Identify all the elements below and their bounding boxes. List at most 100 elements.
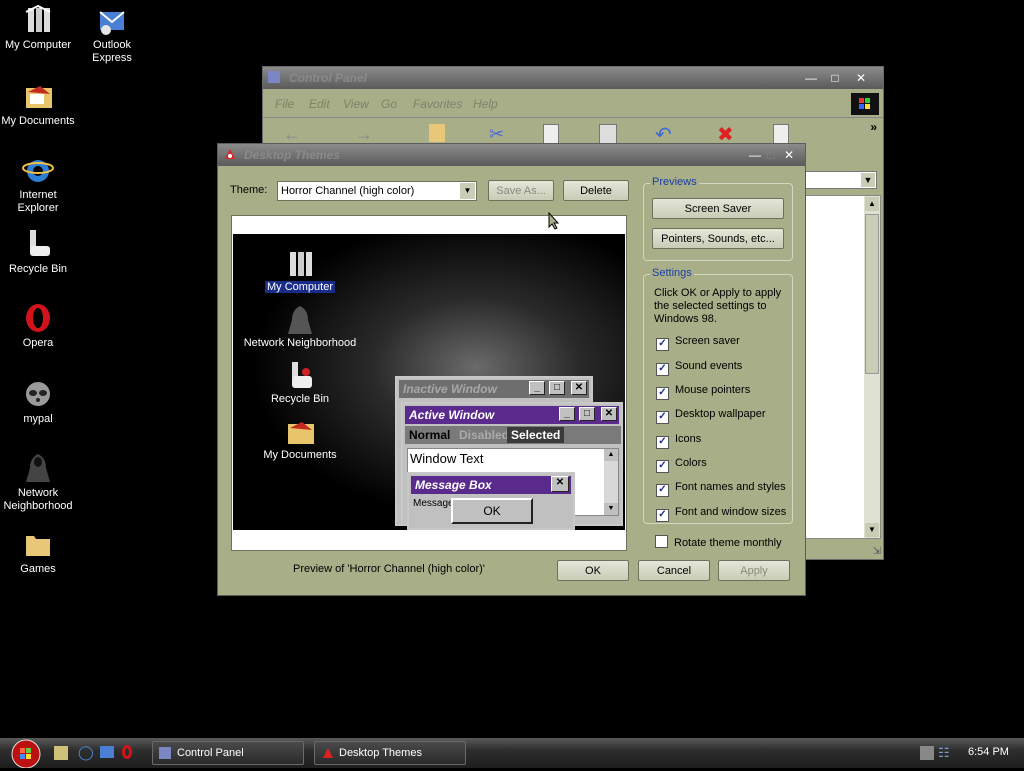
- checkbox-checked-icon[interactable]: ✓: [656, 460, 669, 473]
- cut-icon[interactable]: ✂: [489, 124, 504, 145]
- scroll-up-icon: ▲: [604, 449, 618, 461]
- desktop-icon-my-documents[interactable]: My Documents: [0, 80, 76, 128]
- setting-mouse-pointers[interactable]: ✓ Mouse pointers: [656, 384, 750, 400]
- dialog-titlebar[interactable]: Desktop Themes — □ ✕: [218, 144, 805, 166]
- desktop-icon-my-computer[interactable]: My Computer: [0, 4, 76, 52]
- checkbox-checked-icon[interactable]: ✓: [656, 338, 669, 351]
- properties-icon[interactable]: [773, 124, 789, 144]
- pointers-sounds-button[interactable]: Pointers, Sounds, etc...: [652, 228, 784, 249]
- settings-group: Settings Click OK or Apply to apply the …: [643, 267, 793, 524]
- task-control-panel[interactable]: Control Panel: [152, 741, 304, 765]
- desktop-icon-network-neighborhood[interactable]: Network Neighborhood: [0, 452, 76, 513]
- address-combo[interactable]: ▼: [803, 171, 877, 189]
- screen-saver-button[interactable]: Screen Saver: [652, 198, 784, 219]
- recycle-bin-icon: [292, 362, 312, 388]
- theme-select[interactable]: Horror Channel (high color) ▼: [277, 181, 477, 201]
- tray-network-icon[interactable]: ☷: [938, 745, 950, 761]
- ie-icon: [22, 154, 54, 186]
- scroll-down-icon[interactable]: ▼: [865, 523, 879, 537]
- themes-app-icon: [223, 147, 237, 161]
- ok-button[interactable]: OK: [557, 560, 629, 581]
- setting-label: Font names and styles: [675, 481, 786, 493]
- forward-icon[interactable]: →: [355, 124, 373, 145]
- desktop-icon-opera[interactable]: Opera: [0, 302, 76, 350]
- rotate-label: Rotate theme monthly: [674, 537, 782, 549]
- checkbox-checked-icon[interactable]: ✓: [656, 387, 669, 400]
- preview-icon-my-computer: My Computer: [235, 248, 365, 293]
- desktop-icon-internet-explorer[interactable]: Internet Explorer: [0, 154, 76, 215]
- cancel-button[interactable]: Cancel: [638, 560, 710, 581]
- menu-view[interactable]: View: [343, 97, 369, 111]
- apply-button[interactable]: Apply: [718, 560, 790, 581]
- minimize-icon[interactable]: —: [801, 70, 821, 86]
- preview-menu-normal: Normal: [409, 428, 451, 442]
- settings-group-label: Settings: [650, 267, 694, 279]
- tray-audio-icon[interactable]: [920, 746, 934, 760]
- preview-caption: Preview of 'Horror Channel (high color)': [293, 563, 485, 575]
- checkbox-checked-icon[interactable]: ✓: [656, 509, 669, 522]
- copy-icon[interactable]: [543, 124, 559, 144]
- start-button[interactable]: [4, 738, 44, 769]
- preview-message-box: Message Box ✕ Message Text OK: [407, 472, 575, 530]
- checkbox-unchecked-icon[interactable]: [655, 535, 668, 548]
- desktop-icon-recycle-bin[interactable]: Recycle Bin: [0, 228, 76, 276]
- desktop-icon-label: Opera: [22, 337, 54, 349]
- preview-menubar: Normal Disabled Selected: [405, 426, 621, 444]
- back-icon[interactable]: ←: [283, 124, 301, 145]
- preview-icon-label: My Computer: [264, 281, 336, 293]
- checkbox-checked-icon[interactable]: ✓: [656, 411, 669, 424]
- menu-file[interactable]: File: [275, 97, 294, 111]
- checkbox-checked-icon[interactable]: ✓: [656, 363, 669, 376]
- dialog-title: Desktop Themes: [244, 148, 341, 162]
- outlook-icon[interactable]: [100, 746, 114, 758]
- opera-icon: [22, 302, 54, 334]
- chevron-down-icon[interactable]: ▼: [460, 183, 475, 199]
- opera-icon[interactable]: [122, 745, 132, 759]
- checkbox-checked-icon[interactable]: ✓: [656, 484, 669, 497]
- close-icon[interactable]: ✕: [851, 70, 871, 86]
- show-desktop-icon[interactable]: [54, 746, 68, 760]
- outlook-icon: [96, 4, 128, 36]
- up-folder-icon[interactable]: [429, 124, 445, 142]
- desktop-icon-games[interactable]: Games: [0, 528, 76, 576]
- resize-grip-icon[interactable]: ⇲: [873, 546, 881, 557]
- scroll-up-icon[interactable]: ▲: [865, 197, 879, 211]
- rotate-theme-checkbox[interactable]: Rotate theme monthly: [655, 535, 782, 549]
- chevron-down-icon[interactable]: ▼: [861, 173, 875, 187]
- scroll-thumb[interactable]: [865, 214, 879, 374]
- setting-sound-events[interactable]: ✓ Sound events: [656, 360, 742, 376]
- maximize-icon[interactable]: □: [761, 147, 781, 163]
- desktop-icon-outlook-express[interactable]: Outlook Express: [74, 4, 150, 65]
- save-as-button[interactable]: Save As...: [488, 180, 554, 201]
- setting-desktop-wallpaper[interactable]: ✓ Desktop wallpaper: [656, 408, 766, 424]
- desktop-themes-dialog[interactable]: Desktop Themes — □ ✕ Theme: Horror Chann…: [217, 143, 806, 596]
- maximize-icon: □: [549, 381, 565, 395]
- task-desktop-themes[interactable]: Desktop Themes: [314, 741, 466, 765]
- clock[interactable]: 6:54 PM: [968, 746, 1009, 758]
- close-icon[interactable]: ✕: [779, 147, 799, 163]
- desktop-icon-mypal[interactable]: mypal: [0, 378, 76, 426]
- vertical-scrollbar[interactable]: ▲ ▼: [864, 196, 880, 538]
- preview-menu-selected: Selected: [507, 427, 565, 443]
- setting-icons[interactable]: ✓ Icons: [656, 433, 701, 449]
- delete-button[interactable]: Delete: [563, 180, 629, 201]
- desktop-icon-label: Recycle Bin: [8, 263, 68, 275]
- paste-icon[interactable]: [599, 124, 617, 144]
- menu-help[interactable]: Help: [473, 97, 498, 111]
- checkbox-checked-icon[interactable]: ✓: [656, 436, 669, 449]
- setting-screen-saver[interactable]: ✓ Screen saver: [656, 335, 740, 351]
- ie-icon[interactable]: ◯: [78, 744, 94, 761]
- menu-favorites[interactable]: Favorites: [413, 97, 462, 111]
- menu-edit[interactable]: Edit: [309, 97, 330, 111]
- desktop-icon-label: My Documents: [1, 115, 75, 127]
- maximize-icon[interactable]: □: [825, 70, 845, 86]
- setting-colors[interactable]: ✓ Colors: [656, 457, 707, 473]
- control-panel-titlebar[interactable]: Control Panel — □ ✕: [263, 67, 883, 89]
- setting-font-names[interactable]: ✓ Font names and styles: [656, 481, 786, 497]
- menu-go[interactable]: Go: [381, 97, 397, 111]
- theme-preview: My Computer Network Neighborhood Recycle…: [231, 215, 627, 551]
- setting-font-sizes[interactable]: ✓ Font and window sizes: [656, 506, 786, 522]
- toolbar-overflow-icon[interactable]: »: [870, 120, 877, 134]
- previews-group: Previews Screen Saver Pointers, Sounds, …: [643, 176, 793, 261]
- control-panel-content[interactable]: ▲ ▼: [803, 195, 881, 539]
